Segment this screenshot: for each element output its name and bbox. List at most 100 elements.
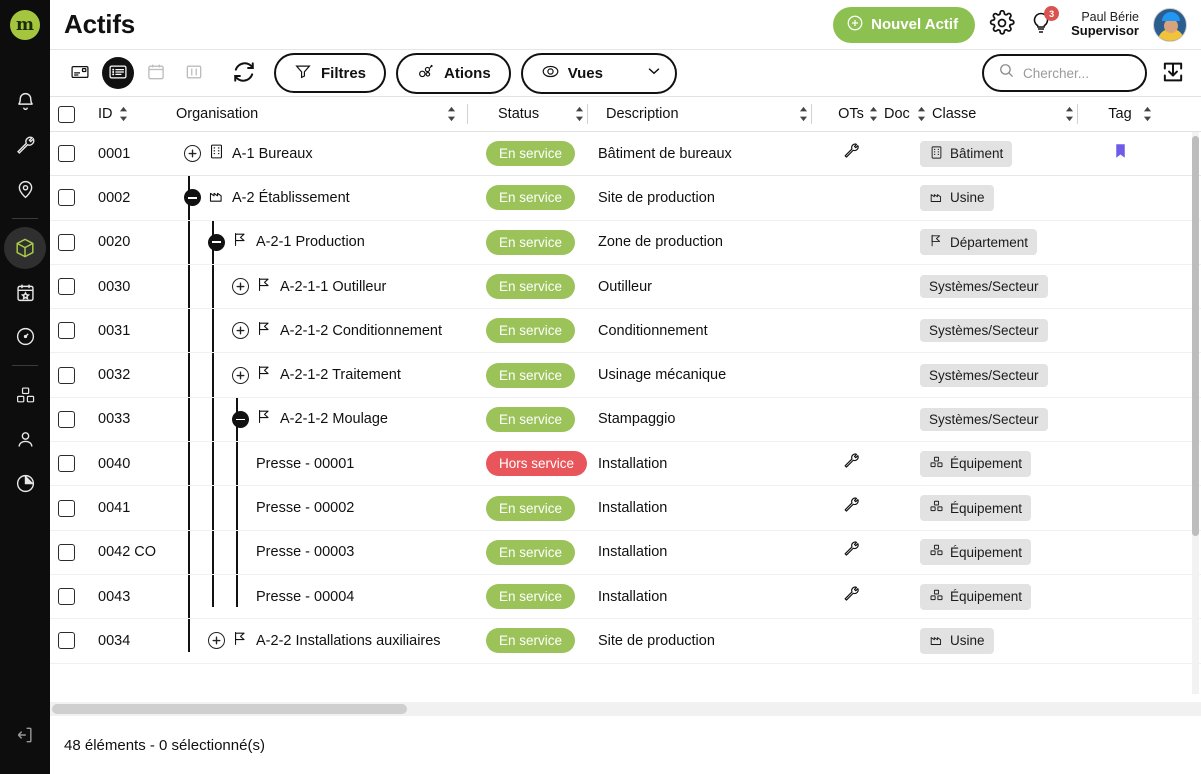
- table-row[interactable]: 0020 A-2-1 Production En service Zone de pr…: [50, 220, 1201, 265]
- collapse-node-button[interactable]: [232, 410, 249, 428]
- expand-node-button[interactable]: [232, 278, 249, 296]
- settings-button[interactable]: [989, 9, 1015, 39]
- table-row[interactable]: 0043 Presse - 00004 En service Installation…: [50, 574, 1201, 620]
- column-header-ots[interactable]: OTs: [828, 97, 878, 131]
- column-header-doc[interactable]: Doc: [874, 97, 926, 131]
- cell-organisation: A-2-1 Production: [176, 220, 486, 264]
- minus-icon: [236, 418, 245, 421]
- sort-icon-classe[interactable]: [1065, 106, 1074, 122]
- sidebar-item-inventory[interactable]: [4, 374, 46, 416]
- wrench-icon[interactable]: [842, 142, 861, 166]
- wrench-icon[interactable]: [842, 452, 861, 476]
- sidebar-item-users[interactable]: [4, 418, 46, 460]
- kanban-view-icon: [184, 62, 204, 85]
- table-row[interactable]: 0031 A-2-1-2 Conditionnement En service Con…: [50, 309, 1201, 354]
- search-area: [982, 54, 1187, 92]
- column-header-id[interactable]: ID: [98, 97, 176, 131]
- views-button[interactable]: Vues: [520, 52, 677, 94]
- tips-button[interactable]: 3: [1029, 6, 1060, 39]
- row-checkbox[interactable]: [58, 543, 75, 561]
- row-select-cell: [58, 322, 98, 340]
- sidebar-item-reports[interactable]: [4, 462, 46, 504]
- sort-icon-status[interactable]: [575, 106, 584, 122]
- horizontal-scrollbar-thumb[interactable]: [52, 704, 407, 714]
- expand-node-button[interactable]: [184, 145, 201, 163]
- header-divider-2: [587, 104, 588, 124]
- sidebar-item-dashboard[interactable]: [4, 315, 46, 357]
- table-row[interactable]: 0002 A-2 Établissement En service Site de p…: [50, 176, 1201, 221]
- sidebar-item-locations[interactable]: [4, 168, 46, 210]
- wrench-icon[interactable]: [842, 496, 861, 520]
- user-info[interactable]: Paul Bérie Supervisor: [1071, 10, 1139, 39]
- expand-node-button[interactable]: [232, 322, 249, 340]
- list-view-button[interactable]: [102, 57, 134, 89]
- cell-id: 0043: [98, 588, 131, 605]
- row-checkbox[interactable]: [58, 366, 75, 384]
- table-row[interactable]: 0040 Presse - 00001 Hors service Installati…: [50, 442, 1201, 487]
- sort-icon-id[interactable]: [119, 106, 128, 122]
- column-header-status[interactable]: Status: [486, 97, 598, 131]
- download-button[interactable]: [1159, 58, 1187, 89]
- select-all-checkbox[interactable]: [58, 105, 75, 123]
- status-badge: En service: [486, 141, 576, 167]
- vertical-scrollbar-thumb[interactable]: [1192, 136, 1199, 536]
- sidebar-item-assets[interactable]: [4, 227, 46, 269]
- column-header-description[interactable]: Description: [598, 97, 828, 131]
- collapse-node-button[interactable]: [208, 233, 225, 251]
- search-box[interactable]: [982, 54, 1147, 92]
- table-row[interactable]: 0041 Presse - 00002 En service Installation…: [50, 486, 1201, 531]
- row-checkbox[interactable]: [58, 322, 75, 340]
- filters-button[interactable]: Filtres: [274, 53, 387, 93]
- column-header-tag[interactable]: Tag: [1090, 97, 1152, 131]
- bookmark-icon[interactable]: [1112, 141, 1129, 166]
- column-header-organisation[interactable]: Organisation: [176, 97, 486, 131]
- calendar-view-button[interactable]: [140, 57, 172, 89]
- table-row[interactable]: 0001 A-1 Bureaux En service Bâtiment de bur…: [50, 132, 1201, 177]
- boxes-icon: [929, 499, 944, 517]
- card-view-button[interactable]: [64, 57, 96, 89]
- row-checkbox[interactable]: [58, 455, 75, 473]
- row-checkbox[interactable]: [58, 632, 75, 650]
- sidebar-item-planning[interactable]: [4, 271, 46, 313]
- sidebar-item-maintenance[interactable]: [4, 124, 46, 166]
- sort-icon-organisation[interactable]: [447, 106, 456, 122]
- table-row[interactable]: 0033 A-2-1-2 Moulage En service Stampaggio S…: [50, 397, 1201, 443]
- row-checkbox[interactable]: [58, 189, 75, 207]
- collapse-node-button[interactable]: [184, 189, 201, 207]
- new-asset-button[interactable]: Nouvel Actif: [833, 6, 976, 43]
- table-row[interactable]: 0034 A-2-2 Installations auxiliaires En se…: [50, 619, 1201, 664]
- row-checkbox[interactable]: [58, 278, 75, 296]
- cell-organisation: A-1 Bureaux: [176, 132, 486, 175]
- expand-node-button[interactable]: [232, 366, 249, 384]
- column-header-classe[interactable]: Classe: [920, 97, 1090, 131]
- sort-icon-tag[interactable]: [1143, 106, 1152, 122]
- row-checkbox[interactable]: [58, 145, 75, 163]
- row-select-cell: [58, 233, 98, 251]
- refresh-button[interactable]: [230, 58, 258, 89]
- table-row[interactable]: 0042 CO Presse - 00003 En service Installat…: [50, 530, 1201, 575]
- app-logo[interactable]: m: [0, 0, 50, 50]
- avatar[interactable]: [1153, 7, 1187, 42]
- cell-id: 0041: [98, 500, 131, 517]
- cell-ots: [828, 540, 874, 564]
- row-checkbox[interactable]: [58, 499, 75, 517]
- row-checkbox[interactable]: [58, 588, 75, 606]
- expand-node-button[interactable]: [208, 632, 225, 650]
- table-row[interactable]: 0030 A-2-1-1 Outilleur En service Outilleur…: [50, 264, 1201, 310]
- cell-organisation: A-2-1-2 Traitement: [176, 353, 486, 397]
- kanban-view-button[interactable]: [178, 57, 210, 89]
- sidebar-item-notifications[interactable]: [4, 80, 46, 122]
- table-row[interactable]: 0032 A-2-1-2 Traitement En service Usinage …: [50, 353, 1201, 398]
- wrench-icon[interactable]: [842, 585, 861, 609]
- search-input[interactable]: [1023, 65, 1131, 81]
- actions-button[interactable]: Ations: [396, 52, 511, 94]
- row-checkbox[interactable]: [58, 410, 75, 428]
- sidebar-logout-button[interactable]: [4, 714, 46, 756]
- row-checkbox[interactable]: [58, 233, 75, 251]
- sort-icon-description[interactable]: [799, 106, 808, 122]
- tree-connector-line: [188, 442, 191, 486]
- wrench-icon[interactable]: [842, 540, 861, 564]
- horizontal-scrollbar-track[interactable]: [50, 702, 1201, 716]
- cell-ots: [828, 585, 874, 609]
- status-badge: En service: [486, 229, 576, 255]
